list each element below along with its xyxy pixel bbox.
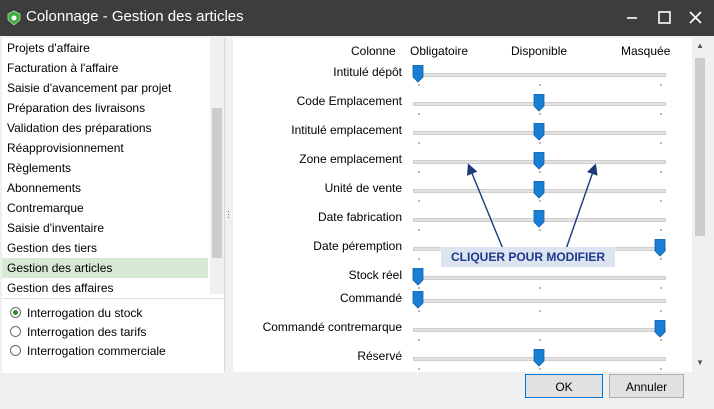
list-item[interactable]: Préparation des livraisons — [2, 98, 208, 118]
radio-label: Interrogation commerciale — [27, 344, 166, 358]
list-item[interactable]: Règlements — [2, 158, 208, 178]
list-item[interactable]: Gestion des affaires — [2, 278, 208, 294]
cancel-button[interactable]: Annuler — [609, 374, 684, 398]
close-icon[interactable] — [682, 6, 708, 30]
callout-arrow-left — [467, 163, 504, 250]
dialog-content: Projets d'affaire Facturation à l'affair… — [0, 36, 714, 409]
scroll-up-icon[interactable]: ▲ — [696, 41, 704, 50]
radio-label: Interrogation du stock — [27, 306, 143, 320]
minimize-icon[interactable] — [619, 6, 645, 30]
dialog-footer: OK Annuler — [0, 374, 714, 409]
rows-scrollbar-thumb[interactable] — [695, 58, 705, 236]
list-item[interactable]: Validation des préparations — [2, 118, 208, 138]
list-item-selected[interactable]: Gestion des articles — [2, 258, 208, 278]
list-item[interactable]: Réapprovisionnement — [2, 138, 208, 158]
window-title: Colonnage - Gestion des articles — [26, 8, 244, 25]
list-item[interactable]: Facturation à l'affaire — [2, 58, 208, 78]
column-config-panel: Colonne Obligatoire Disponible Masquée I… — [233, 38, 692, 372]
ok-button[interactable]: OK — [525, 374, 603, 398]
callout-arrows — [467, 163, 598, 250]
list-item[interactable]: Projets d'affaire — [2, 38, 208, 58]
dialog-window: Colonnage - Gestion des articles Projets… — [0, 0, 714, 409]
list-item[interactable]: Saisie d'inventaire — [2, 218, 208, 238]
maximize-icon[interactable] — [651, 6, 677, 30]
list-scrollbar-thumb[interactable] — [212, 108, 222, 258]
list-scrollbar[interactable] — [210, 38, 224, 294]
radio-label: Interrogation des tarifs — [27, 325, 147, 339]
splitter-grip-icon[interactable]: · · · — [227, 207, 230, 222]
list-item[interactable]: Saisie d'avancement par projet — [2, 78, 208, 98]
interrogation-radio-group: Interrogation du stock Interrogation des… — [2, 298, 224, 373]
title-bar: Colonnage - Gestion des articles — [0, 0, 714, 36]
list-item[interactable]: Contremarque — [2, 198, 208, 218]
function-list: Projets d'affaire Facturation à l'affair… — [2, 38, 224, 294]
radio-button-checked[interactable] — [10, 307, 21, 318]
panel-splitter[interactable]: · · · — [225, 38, 233, 372]
radio-button[interactable] — [10, 345, 21, 356]
callout-arrow-right — [565, 163, 598, 250]
radio-button[interactable] — [10, 326, 21, 337]
list-item[interactable]: Abonnements — [2, 178, 208, 198]
app-logo-icon — [7, 10, 21, 26]
scroll-down-icon[interactable]: ▼ — [696, 358, 704, 367]
list-item[interactable]: Gestion des tiers — [2, 238, 208, 258]
rows-scrollbar[interactable]: ▲ ▼ — [692, 38, 708, 372]
left-panel: Projets d'affaire Facturation à l'affair… — [2, 38, 225, 373]
callout-label: CLIQUER POUR MODIFIER — [441, 247, 615, 267]
